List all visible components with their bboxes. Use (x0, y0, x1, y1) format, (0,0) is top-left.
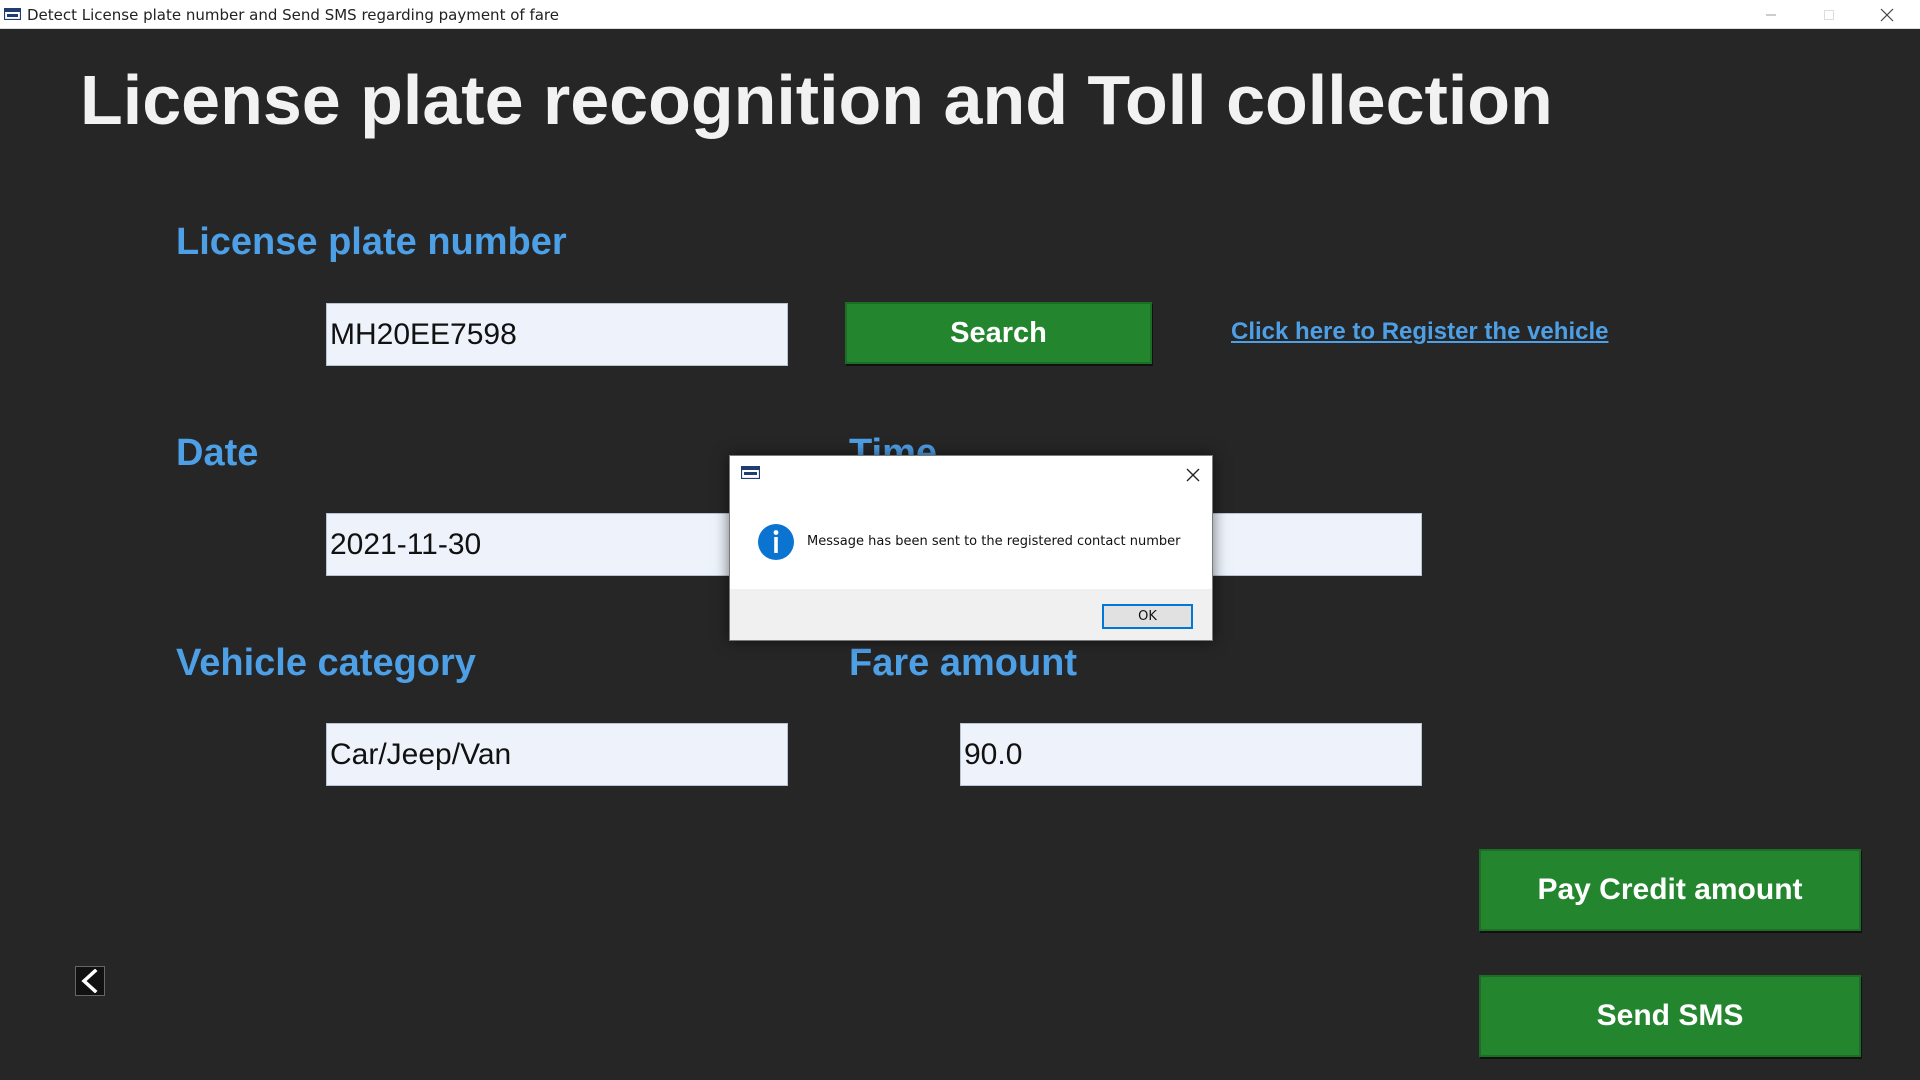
search-button[interactable]: Search (845, 302, 1152, 364)
close-icon (1186, 468, 1200, 482)
close-icon (1880, 8, 1894, 21)
plate-number-field[interactable]: MH20EE7598 (326, 303, 788, 366)
date-field[interactable]: 2021-11-30 (326, 513, 788, 576)
pay-credit-button[interactable]: Pay Credit amount (1479, 849, 1861, 931)
plate-label: License plate number (176, 221, 567, 263)
title-bar: Detect License plate number and Send SMS… (0, 0, 1920, 29)
app-window-icon (4, 8, 21, 20)
window-close-button[interactable] (1858, 0, 1916, 29)
fare-amount-label: Fare amount (849, 642, 1078, 684)
info-icon (758, 524, 794, 560)
message-dialog: Message has been sent to the registered … (729, 455, 1213, 641)
send-sms-button[interactable]: Send SMS (1479, 975, 1861, 1057)
dialog-message: Message has been sent to the registered … (807, 534, 1181, 549)
maximize-button[interactable] (1800, 0, 1858, 29)
page-title: License plate recognition and Toll colle… (80, 61, 1553, 139)
chevron-left-icon (81, 969, 98, 993)
vehicle-category-field[interactable]: Car/Jeep/Van (326, 723, 788, 786)
maximize-icon (1824, 9, 1834, 20)
window-title: Detect License plate number and Send SMS… (27, 6, 559, 24)
date-label: Date (176, 432, 259, 474)
dialog-close-button[interactable] (1182, 464, 1204, 486)
app-window-icon (741, 466, 760, 479)
back-button[interactable] (75, 966, 105, 996)
minimize-icon (1766, 14, 1776, 15)
ok-button[interactable]: OK (1102, 604, 1193, 629)
vehicle-category-label: Vehicle category (176, 642, 476, 684)
register-vehicle-link[interactable]: Click here to Register the vehicle (1231, 318, 1608, 346)
fare-amount-field[interactable]: 90.0 (960, 723, 1422, 786)
minimize-button[interactable] (1742, 0, 1800, 29)
